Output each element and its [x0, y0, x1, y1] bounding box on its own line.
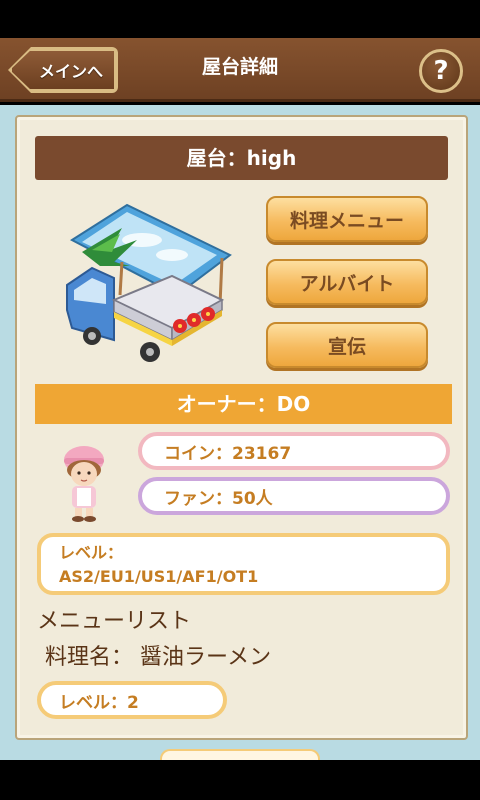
header-bar: メインへ 屋台詳細 ? — [0, 38, 480, 102]
coin-count: コイン：23167 — [138, 432, 450, 470]
chef-avatar-icon — [56, 440, 112, 522]
dish-name: 料理名： 醤油ラーメン — [45, 645, 272, 670]
dish-menu-button[interactable]: 料理メニュー — [266, 196, 428, 242]
menu-list-heading: メニューリスト — [37, 609, 192, 634]
back-to-main-button[interactable]: メインへ — [10, 49, 116, 91]
system-nav-bar — [0, 760, 480, 800]
level-label: レベル： — [59, 543, 124, 562]
status-bar — [0, 0, 480, 38]
fan-count: ファン：50人 — [138, 477, 450, 515]
stall-title: 屋台：high — [35, 136, 448, 180]
page-title: 屋台詳細 — [201, 56, 278, 78]
level-value: AS2/EU1/US1/AF1/OT1 — [59, 567, 259, 586]
promotion-button[interactable]: 宣伝 — [266, 322, 428, 368]
part-time-button[interactable]: アルバイト — [266, 259, 428, 305]
owner-level-box: レベル： AS2/EU1/US1/AF1/OT1 — [37, 533, 450, 595]
dish-level: レベル：2 — [37, 681, 227, 719]
help-button[interactable]: ? — [419, 49, 463, 93]
question-mark-icon: ? — [433, 56, 449, 86]
owner-label: オーナー：DO — [35, 384, 452, 424]
food-truck-icon — [62, 200, 232, 370]
